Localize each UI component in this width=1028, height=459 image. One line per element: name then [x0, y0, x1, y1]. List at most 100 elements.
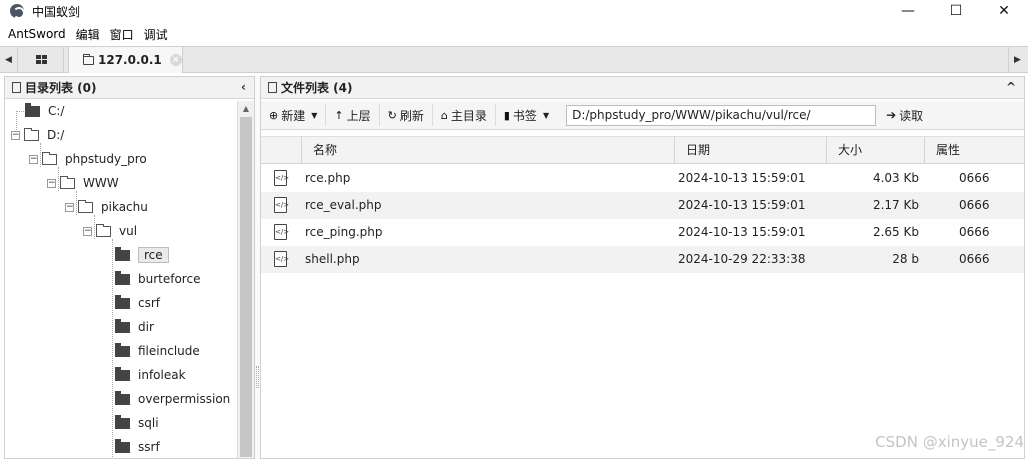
close-window-button[interactable]: ✕ [980, 0, 1028, 22]
tree-item-pikachu[interactable]: − pikachu [65, 197, 148, 217]
home-button[interactable]: ⌂ 主目录 [433, 104, 496, 126]
file-size: 2.65 Kb [872, 225, 919, 239]
home-icon: ⌂ [440, 108, 448, 122]
tree-item-burteforce[interactable]: burteforce [115, 269, 200, 289]
directory-panel-title: 目录列表 (0) [25, 81, 97, 95]
file-name: rce.php [305, 171, 351, 185]
file-row[interactable]: </> rce.php 2024-10-13 15:59:01 4.03 Kb … [261, 165, 1024, 192]
watermark: CSDN @xinyue_924 [875, 433, 1024, 451]
tree-item-sqli[interactable]: sqli [115, 413, 159, 433]
tree-item-phpstudy-pro[interactable]: − phpstudy_pro [29, 149, 147, 169]
window-controls: — ☐ ✕ [884, 0, 1028, 22]
path-input[interactable] [566, 104, 877, 126]
collapse-toggle-icon[interactable]: − [29, 154, 38, 164]
menu-window[interactable]: 窗口 [105, 26, 139, 43]
folder-icon [115, 390, 130, 405]
bookmark-button[interactable]: ▮ 书签 ▼ [496, 104, 557, 126]
folder-icon [115, 270, 130, 285]
menu-bar: AntSword 编辑 窗口 调试 [0, 24, 1028, 44]
folder-open-icon [24, 127, 39, 141]
tree-item-overpermission[interactable]: overpermission [115, 389, 230, 409]
tab-scroll-right-button[interactable]: ▶ [1008, 47, 1026, 72]
file-attr: 0666 [959, 171, 990, 185]
read-button[interactable]: ➔ 读取 [886, 107, 923, 124]
tab-label: 127.0.0.1 [98, 53, 162, 67]
column-header-size[interactable]: 大小 [826, 137, 924, 164]
tree-item-label: C:/ [48, 104, 65, 118]
php-file-icon: </> [274, 251, 289, 267]
folder-icon [115, 414, 130, 429]
column-header-name[interactable]: 名称 [301, 137, 674, 164]
tab-close-icon[interactable]: × [169, 54, 182, 66]
grid-icon [36, 55, 47, 64]
menu-edit[interactable]: 编辑 [71, 26, 105, 43]
new-button[interactable]: ⊕ 新建 ▼ [261, 104, 327, 126]
bookmark-button-label: 书签 [512, 108, 537, 123]
tree-item-label: overpermission [138, 392, 231, 406]
refresh-button[interactable]: ↻ 刷新 [380, 104, 433, 126]
folder-icon [115, 366, 130, 381]
tree-item-infoleak[interactable]: infoleak [115, 365, 186, 385]
refresh-button-label: 刷新 [399, 108, 424, 123]
tree-item-vul[interactable]: − vul [83, 221, 137, 241]
refresh-icon: ↻ [387, 108, 397, 122]
scrollbar-thumb[interactable] [240, 117, 252, 457]
directory-panel-header: 目录列表 (0) ‹ [5, 77, 254, 99]
tree-item-c-drive[interactable]: C:/ [25, 101, 64, 121]
menu-antsword[interactable]: AntSword [0, 27, 71, 41]
folder-open-icon [42, 151, 57, 165]
antsword-logo-icon [10, 4, 25, 19]
file-grid-header: 名称 日期 大小 属性 [261, 136, 1024, 164]
tree-item-label: vul [119, 224, 138, 238]
tree-item-fileinclude[interactable]: fileinclude [115, 341, 200, 361]
menu-debug[interactable]: 调试 [139, 26, 173, 43]
caret-down-icon: ▼ [542, 110, 550, 120]
tree-item-rce[interactable]: rce [115, 245, 169, 265]
up-button[interactable]: ↑ 上层 [326, 104, 380, 126]
collapse-panel-button[interactable]: ^ [1006, 80, 1016, 94]
tab-home[interactable] [20, 47, 64, 72]
file-name: rce_ping.php [305, 225, 383, 239]
arrow-right-icon: ➔ [886, 108, 897, 122]
collapse-toggle-icon[interactable]: − [47, 178, 56, 188]
scroll-up-arrow-icon[interactable]: ▲ [238, 101, 254, 115]
file-panel: 文件列表 (4) ^ ⊕ 新建 ▼ ↑ 上层 ↻ 刷新 ⌂ 主目录 ▮ 书签 ▼… [260, 76, 1025, 459]
folder-open-icon [60, 175, 75, 189]
file-date: 2024-10-13 15:59:01 [678, 198, 806, 212]
file-attr: 0666 [959, 225, 990, 239]
column-header-attr[interactable]: 属性 [924, 137, 1024, 164]
column-header-date[interactable]: 日期 [674, 137, 826, 164]
tab-scroll-left-button[interactable]: ◀ [0, 47, 18, 72]
minimize-button[interactable]: — [884, 0, 932, 22]
collapse-toggle-icon[interactable]: − [11, 130, 20, 140]
maximize-button[interactable]: ☐ [932, 0, 980, 22]
collapse-panel-button[interactable]: ‹ [241, 80, 246, 94]
splitter-grip-icon [256, 366, 259, 388]
tree-item-dir[interactable]: dir [115, 317, 154, 337]
file-date: 2024-10-29 22:33:38 [678, 252, 806, 266]
tree-item-csrf[interactable]: csrf [115, 293, 160, 313]
tree-item-ssrf[interactable]: ssrf [115, 437, 160, 457]
tree-scrollbar[interactable]: ▲ [237, 101, 254, 458]
file-size: 28 b [892, 252, 919, 266]
tree-item-label: burteforce [138, 272, 201, 286]
file-size: 2.17 Kb [872, 198, 919, 212]
file-date: 2024-10-13 15:59:01 [678, 171, 806, 185]
document-icon [12, 82, 21, 93]
tab-connection[interactable]: 127.0.0.1 × [68, 47, 183, 73]
tree-item-www[interactable]: − WWW [47, 173, 119, 193]
file-row[interactable]: </> rce_eval.php 2024-10-13 15:59:01 2.1… [261, 192, 1024, 219]
file-panel-header: 文件列表 (4) ^ [261, 77, 1024, 99]
php-file-icon: </> [274, 170, 289, 186]
collapse-toggle-icon[interactable]: − [83, 226, 92, 236]
tree-item-d-drive[interactable]: − D:/ [11, 125, 64, 145]
read-button-label: 读取 [899, 108, 924, 123]
php-file-icon: </> [274, 197, 289, 213]
file-row[interactable]: </> shell.php 2024-10-29 22:33:38 28 b 0… [261, 246, 1024, 273]
title-bar: 中国蚁剑 — ☐ ✕ [0, 0, 1028, 22]
folder-icon [115, 438, 130, 453]
file-row[interactable]: </> rce_ping.php 2024-10-13 15:59:01 2.6… [261, 219, 1024, 246]
file-date: 2024-10-13 15:59:01 [678, 225, 806, 239]
collapse-toggle-icon[interactable]: − [65, 202, 74, 212]
folder-icon [83, 53, 94, 65]
